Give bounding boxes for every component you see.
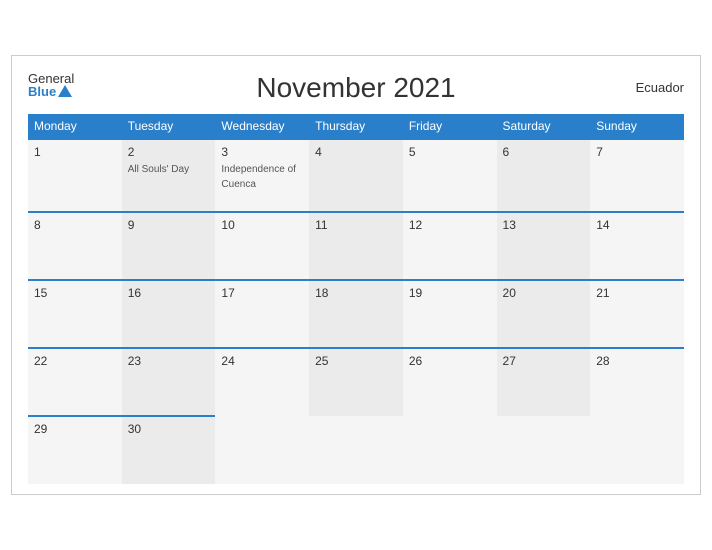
day-number: 2: [128, 145, 210, 159]
calendar-cell: 14: [590, 212, 684, 280]
day-number: 18: [315, 286, 397, 300]
calendar-cell: 6: [497, 139, 591, 212]
day-number: 7: [596, 145, 678, 159]
days-header-row: MondayTuesdayWednesdayThursdayFridaySatu…: [28, 114, 684, 139]
column-header-thursday: Thursday: [309, 114, 403, 139]
calendar-cell: [309, 416, 403, 484]
calendar-cell: 7: [590, 139, 684, 212]
calendar-cell: 9: [122, 212, 216, 280]
day-number: 28: [596, 354, 678, 368]
calendar-cell: 26: [403, 348, 497, 416]
calendar-cell: 16: [122, 280, 216, 348]
logo-triangle-icon: [58, 85, 72, 97]
calendar-cell: 24: [215, 348, 309, 416]
calendar-cell: 3 Independence of Cuenca: [215, 139, 309, 212]
calendar-cell: 19: [403, 280, 497, 348]
calendar-cell: 20: [497, 280, 591, 348]
calendar-cell: [497, 416, 591, 484]
calendar-cell: 2 All Souls' Day: [122, 139, 216, 212]
calendar-title: November 2021: [256, 72, 455, 104]
day-number: 11: [315, 218, 397, 232]
day-number: 5: [409, 145, 491, 159]
calendar-cell: 17: [215, 280, 309, 348]
day-number: 26: [409, 354, 491, 368]
day-number: 4: [315, 145, 397, 159]
calendar-container: General Blue November 2021 Ecuador Monda…: [11, 55, 701, 495]
calendar-cell: 30: [122, 416, 216, 484]
column-header-friday: Friday: [403, 114, 497, 139]
day-number: 16: [128, 286, 210, 300]
day-event: All Souls' Day: [128, 164, 189, 175]
calendar-country: Ecuador: [636, 80, 684, 95]
day-number: 14: [596, 218, 678, 232]
calendar-cell: [590, 416, 684, 484]
day-event: Independence of Cuenca: [221, 164, 296, 190]
day-number: 6: [503, 145, 585, 159]
day-number: 22: [34, 354, 116, 368]
calendar-cell: 28: [590, 348, 684, 416]
column-header-saturday: Saturday: [497, 114, 591, 139]
day-number: 8: [34, 218, 116, 232]
day-number: 3: [221, 145, 303, 159]
calendar-cell: 12: [403, 212, 497, 280]
week-row-3: 15 16 17 18 19 20 21: [28, 280, 684, 348]
column-header-tuesday: Tuesday: [122, 114, 216, 139]
day-number: 9: [128, 218, 210, 232]
calendar-table: MondayTuesdayWednesdayThursdayFridaySatu…: [28, 114, 684, 484]
calendar-cell: 1: [28, 139, 122, 212]
day-number: 12: [409, 218, 491, 232]
day-number: 17: [221, 286, 303, 300]
calendar-cell: 5: [403, 139, 497, 212]
day-number: 1: [34, 145, 116, 159]
calendar-cell: 29: [28, 416, 122, 484]
day-number: 24: [221, 354, 303, 368]
calendar-cell: 13: [497, 212, 591, 280]
calendar-cell: 18: [309, 280, 403, 348]
calendar-cell: 21: [590, 280, 684, 348]
day-number: 30: [128, 422, 210, 436]
calendar-cell: 11: [309, 212, 403, 280]
day-number: 15: [34, 286, 116, 300]
column-header-sunday: Sunday: [590, 114, 684, 139]
calendar-cell: 23: [122, 348, 216, 416]
day-number: 10: [221, 218, 303, 232]
calendar-header: General Blue November 2021 Ecuador: [28, 72, 684, 104]
calendar-cell: 15: [28, 280, 122, 348]
week-row-1: 12 All Souls' Day 3 Independence of Cuenca 4…: [28, 139, 684, 212]
column-header-monday: Monday: [28, 114, 122, 139]
calendar-cell: 27: [497, 348, 591, 416]
day-number: 21: [596, 286, 678, 300]
day-number: 13: [503, 218, 585, 232]
week-row-2: 89 10 11 12 13 14: [28, 212, 684, 280]
day-number: 20: [503, 286, 585, 300]
logo-blue-text: Blue: [28, 85, 74, 98]
week-row-5: 29 30: [28, 416, 684, 484]
calendar-cell: 4: [309, 139, 403, 212]
day-number: 29: [34, 422, 116, 436]
calendar-cell: [215, 416, 309, 484]
week-row-4: 22 23 24 25 26 27 28: [28, 348, 684, 416]
calendar-cell: 8: [28, 212, 122, 280]
calendar-cell: 25: [309, 348, 403, 416]
calendar-cell: [403, 416, 497, 484]
calendar-cell: 10: [215, 212, 309, 280]
day-number: 23: [128, 354, 210, 368]
day-number: 25: [315, 354, 397, 368]
day-number: 19: [409, 286, 491, 300]
logo: General Blue: [28, 72, 74, 98]
day-number: 27: [503, 354, 585, 368]
calendar-cell: 22: [28, 348, 122, 416]
column-header-wednesday: Wednesday: [215, 114, 309, 139]
